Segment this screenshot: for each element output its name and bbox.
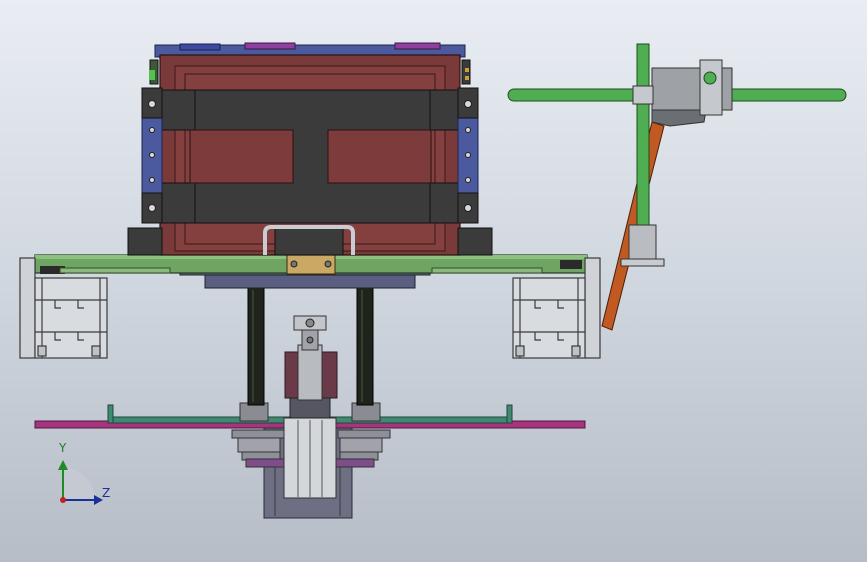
bolt	[148, 100, 156, 108]
center-mount	[289, 397, 331, 419]
cad-viewport[interactable]: Y Z	[0, 0, 867, 562]
sensor-dot	[465, 68, 469, 72]
bearing-stack-right	[335, 458, 375, 468]
collar-right	[351, 402, 381, 422]
housing-foot-left	[127, 227, 163, 256]
clamp-jaw	[651, 109, 707, 127]
cross-coupling	[632, 85, 654, 105]
rod-base-flange	[620, 258, 665, 267]
bolt	[464, 204, 472, 212]
bolt	[464, 100, 472, 108]
bolt	[465, 177, 471, 183]
bolt	[465, 152, 471, 158]
sensor-led	[149, 70, 155, 80]
rim-post-left	[107, 404, 114, 424]
top-tab	[179, 43, 221, 51]
bearing-stack-right	[339, 437, 383, 453]
top-tab	[394, 42, 441, 50]
plate-slot-right	[560, 260, 582, 269]
vertical-rod	[636, 43, 650, 230]
coordinate-triad	[58, 460, 103, 505]
y-axis-label: Y	[59, 441, 67, 455]
plate-rib-right	[431, 267, 543, 274]
linkage-rod	[297, 344, 323, 401]
bolt	[149, 152, 155, 158]
sensor-dot	[465, 76, 469, 80]
cross-rod-end	[703, 71, 717, 85]
joint-pin	[306, 336, 314, 344]
bearing-stack-right	[337, 429, 391, 439]
bolt	[149, 127, 155, 133]
bearing-stack-left	[245, 458, 285, 468]
assembly-drawing	[19, 42, 847, 519]
guide-column-right	[356, 286, 374, 406]
rod-base-sleeve	[628, 224, 657, 262]
rim-post-right	[506, 404, 513, 424]
clamp-yoke	[699, 59, 723, 116]
bolt	[465, 127, 471, 133]
bearing-stack-left	[231, 429, 285, 439]
collar-left	[239, 402, 269, 422]
guide-column-left	[247, 286, 265, 406]
bolt	[148, 204, 156, 212]
plate-rib-left	[59, 267, 171, 274]
center-latch	[274, 227, 344, 256]
window-left	[189, 129, 294, 184]
z-axis-label: Z	[102, 486, 111, 500]
bolt	[149, 177, 155, 183]
clamp-screw	[324, 260, 332, 268]
top-tab	[244, 42, 296, 50]
clevis-pin	[305, 318, 315, 328]
bearing-stack-left	[237, 437, 281, 453]
housing-foot-right	[457, 227, 493, 256]
window-right	[327, 129, 432, 184]
clamp-screw	[290, 260, 298, 268]
